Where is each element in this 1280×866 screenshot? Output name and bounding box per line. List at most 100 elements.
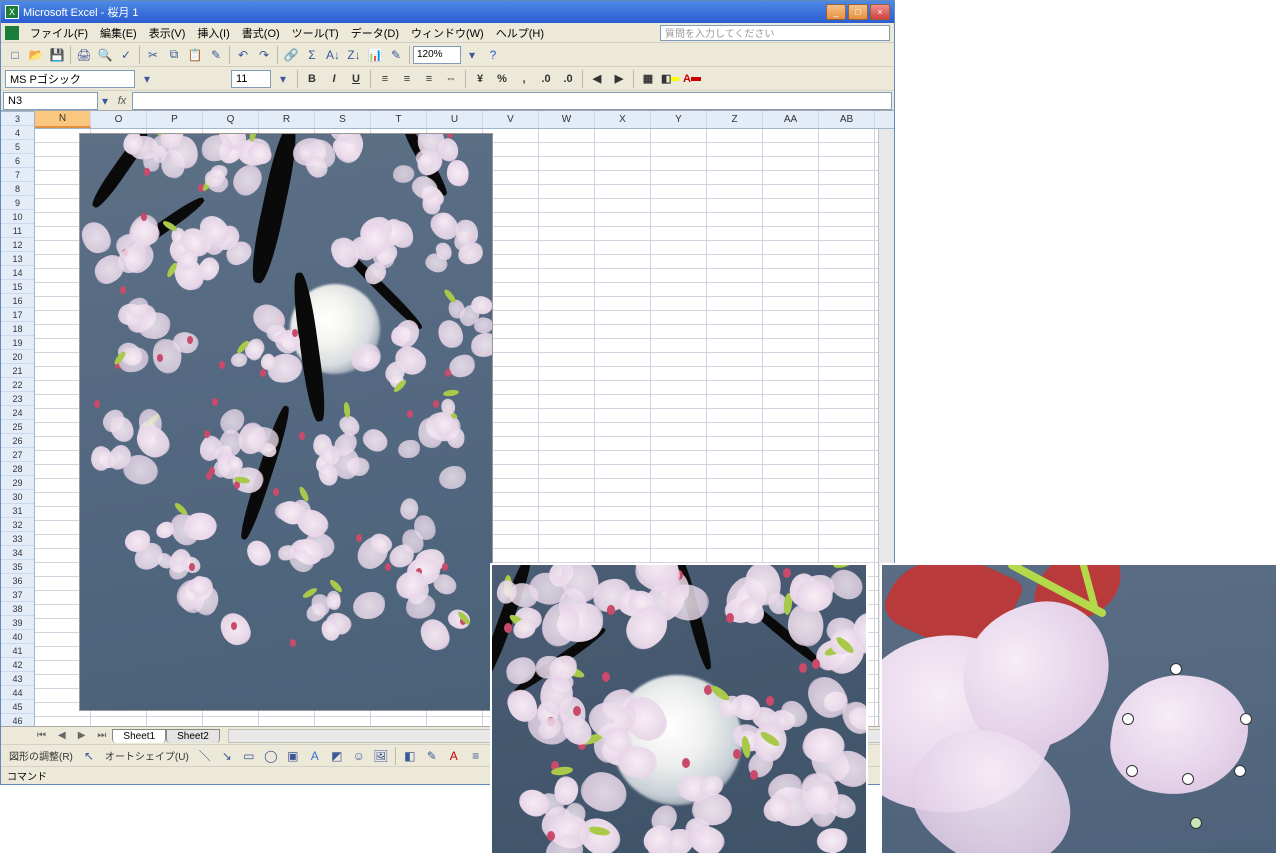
row-header[interactable]: 14 (1, 266, 34, 280)
fx-icon[interactable]: fx (112, 95, 132, 107)
row-header[interactable]: 30 (1, 490, 34, 504)
line-style-button[interactable]: ≡ (466, 746, 486, 766)
column-header[interactable]: Z (707, 111, 763, 128)
column-header[interactable]: Y (651, 111, 707, 128)
undo-button[interactable]: ↶ (233, 45, 253, 65)
percent-button[interactable]: % (492, 69, 512, 89)
row-header[interactable]: 24 (1, 406, 34, 420)
tab-nav-last[interactable]: ⏭ (91, 730, 112, 741)
row-header[interactable]: 36 (1, 574, 34, 588)
tab-nav-first[interactable]: ⏮ (31, 730, 52, 741)
maximize-button[interactable]: □ (848, 4, 868, 20)
menu-format[interactable]: 書式(O) (237, 23, 285, 43)
increase-indent-button[interactable]: ▶ (609, 69, 629, 89)
bold-button[interactable]: B (302, 69, 322, 89)
menu-view[interactable]: 表示(V) (144, 23, 191, 43)
row-header[interactable]: 34 (1, 546, 34, 560)
row-header[interactable]: 31 (1, 504, 34, 518)
menu-help[interactable]: ヘルプ(H) (491, 23, 549, 43)
sort-desc-button[interactable]: Z↓ (344, 45, 364, 65)
merge-center-button[interactable]: ⇔ (441, 69, 461, 89)
edit-handle[interactable] (1234, 765, 1246, 777)
line-button[interactable]: ＼ (195, 746, 215, 766)
sheet-tab-2[interactable]: Sheet2 (166, 729, 220, 743)
edit-handle[interactable] (1240, 713, 1252, 725)
edit-handle[interactable] (1182, 773, 1194, 785)
row-header[interactable]: 21 (1, 364, 34, 378)
row-header[interactable]: 41 (1, 644, 34, 658)
sort-asc-button[interactable]: A↓ (323, 45, 343, 65)
draw-menu[interactable]: 図形の調整(R) (5, 748, 77, 763)
column-header[interactable]: U (427, 111, 483, 128)
column-header[interactable]: AB (819, 111, 875, 128)
drawing-button[interactable]: ✎ (386, 45, 406, 65)
align-right-button[interactable]: ≡ (419, 69, 439, 89)
row-header[interactable]: 10 (1, 210, 34, 224)
column-header[interactable]: S (315, 111, 371, 128)
row-header[interactable]: 37 (1, 588, 34, 602)
decrease-indent-button[interactable]: ◀ (587, 69, 607, 89)
row-header[interactable]: 11 (1, 224, 34, 238)
autosum-button[interactable]: Σ (302, 45, 322, 65)
edit-handle[interactable] (1126, 765, 1138, 777)
arrow-button[interactable]: ↘ (217, 746, 237, 766)
row-header[interactable]: 15 (1, 280, 34, 294)
selected-petal-shape[interactable] (1104, 666, 1254, 804)
row-header[interactable]: 9 (1, 196, 34, 210)
menu-file[interactable]: ファイル(F) (25, 23, 93, 43)
column-header[interactable]: AA (763, 111, 819, 128)
print-button[interactable]: 🖨 (74, 45, 94, 65)
help-search-box[interactable]: 質問を入力してください (660, 25, 890, 41)
row-header[interactable]: 18 (1, 322, 34, 336)
row-header[interactable]: 4 (1, 126, 34, 140)
chart-wizard-button[interactable]: 📊 (365, 45, 385, 65)
font-color-draw-button[interactable]: A (444, 746, 464, 766)
row-header[interactable]: 35 (1, 560, 34, 574)
insert-picture-button[interactable]: 🖼 (371, 746, 391, 766)
fill-color-button[interactable]: ◧ (660, 69, 680, 89)
edit-handle[interactable] (1122, 713, 1134, 725)
select-objects-button[interactable]: ↖ (79, 746, 99, 766)
copy-button[interactable]: ⧉ (164, 45, 184, 65)
row-header[interactable]: 32 (1, 518, 34, 532)
save-button[interactable]: 💾 (47, 45, 67, 65)
row-header[interactable]: 29 (1, 476, 34, 490)
font-name-dropdown[interactable]: ▾ (137, 69, 157, 89)
new-button[interactable]: □ (5, 45, 25, 65)
hyperlink-button[interactable]: 🔗 (281, 45, 301, 65)
name-box-dropdown[interactable]: ▾ (98, 91, 112, 111)
fill-color-draw-button[interactable]: ◧ (400, 746, 420, 766)
row-header[interactable]: 46 (1, 714, 34, 726)
line-color-button[interactable]: ✎ (422, 746, 442, 766)
menu-data[interactable]: データ(D) (346, 23, 404, 43)
row-header[interactable]: 25 (1, 420, 34, 434)
edit-anchor-handle[interactable] (1190, 817, 1202, 829)
edit-handle[interactable] (1170, 663, 1182, 675)
zoom-box[interactable]: 120% (413, 46, 461, 64)
cherry-blossom-drawing[interactable] (79, 133, 493, 711)
italic-button[interactable]: I (324, 69, 344, 89)
column-header[interactable]: X (595, 111, 651, 128)
row-header[interactable]: 13 (1, 252, 34, 266)
row-header[interactable]: 16 (1, 294, 34, 308)
row-header[interactable]: 7 (1, 168, 34, 182)
row-header[interactable]: 33 (1, 532, 34, 546)
row-header[interactable]: 23 (1, 392, 34, 406)
decrease-decimal-button[interactable]: .0 (558, 69, 578, 89)
column-header[interactable]: V (483, 111, 539, 128)
cut-button[interactable]: ✂ (143, 45, 163, 65)
row-header[interactable]: 40 (1, 630, 34, 644)
help-button[interactable]: ? (483, 45, 503, 65)
menu-window[interactable]: ウィンドウ(W) (406, 23, 489, 43)
row-header[interactable]: 39 (1, 616, 34, 630)
close-button[interactable]: × (870, 4, 890, 20)
font-size-dropdown[interactable]: ▾ (273, 69, 293, 89)
column-header[interactable]: R (259, 111, 315, 128)
row-header[interactable]: 38 (1, 602, 34, 616)
row-header[interactable]: 19 (1, 336, 34, 350)
tab-nav-next[interactable]: ▶ (72, 730, 92, 741)
rectangle-button[interactable]: ▭ (239, 746, 259, 766)
row-header[interactable]: 45 (1, 700, 34, 714)
wordart-button[interactable]: A (305, 746, 325, 766)
row-header[interactable]: 28 (1, 462, 34, 476)
